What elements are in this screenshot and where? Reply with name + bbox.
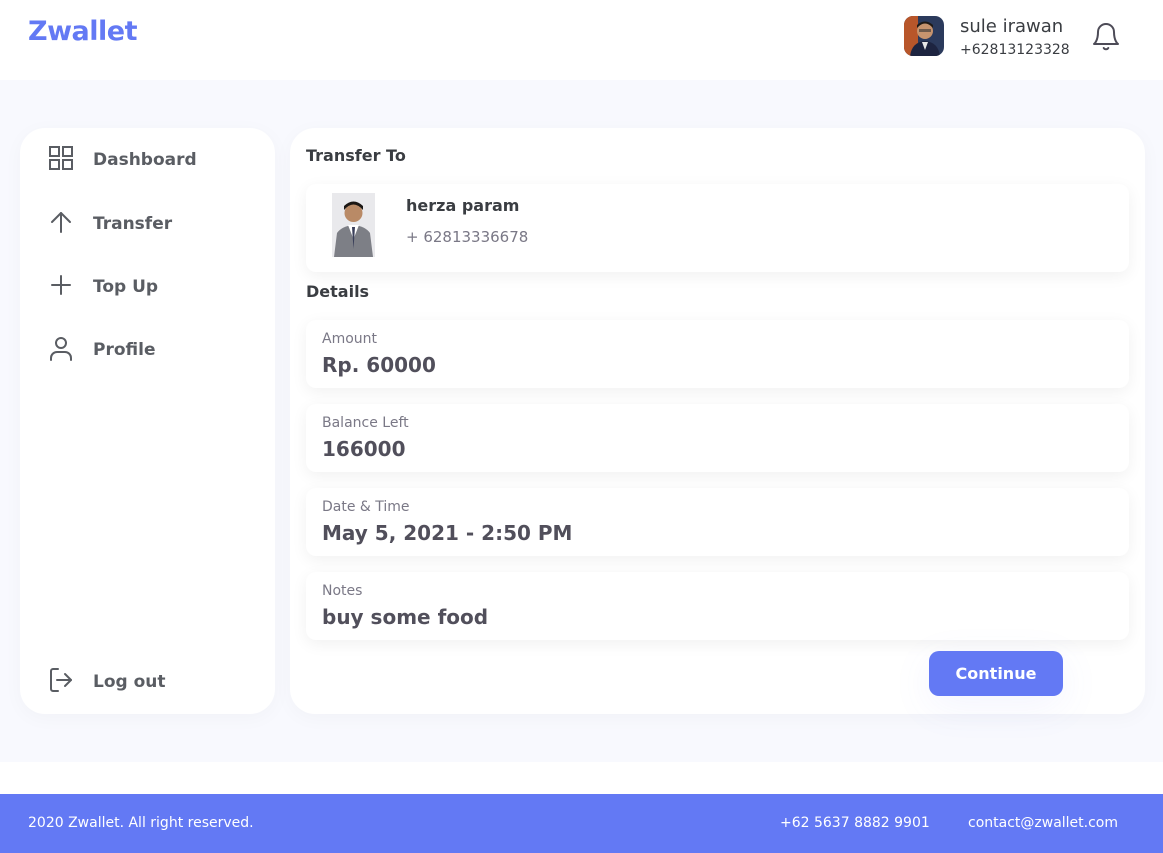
sidebar-item-dashboard[interactable]: Dashboard [48,145,197,175]
recipient-card: herza param + 62813336678 [306,184,1129,272]
user-icon [48,335,74,365]
arrow-up-icon [48,209,74,239]
recipient-avatar [332,193,375,257]
sidebar-item-label: Transfer [93,214,173,234]
bell-icon[interactable] [1090,20,1122,52]
recipient-phone: + 62813336678 [406,228,529,246]
recipient-name: herza param [406,196,520,215]
sidebar-item-top-up[interactable]: Top Up [48,272,158,302]
user-name: sule irawan [960,16,1064,37]
transfer-confirmation-panel: Transfer To herza param + 62813336678 De… [290,128,1145,714]
sidebar-item-label: Top Up [93,277,159,297]
detail-value: May 5, 2021 - 2:50 PM [322,521,573,545]
continue-button[interactable]: Continue [929,651,1063,696]
footer-copyright: 2020 Zwallet. All right reserved. [28,815,254,831]
logout-button[interactable]: Log out [48,667,166,697]
plus-icon [48,272,74,302]
sidebar: Dashboard Transfer Top Up Profile Log ou… [20,128,275,714]
brand-logo[interactable]: Zwallet [28,16,137,47]
detail-value: buy some food [322,605,489,629]
detail-label: Amount [322,331,378,347]
detail-label: Balance Left [322,415,409,431]
logout-label: Log out [93,672,166,692]
transfer-to-title: Transfer To [306,146,406,165]
detail-card-balance-left: Balance Left 166000 [306,404,1129,472]
detail-value: 166000 [322,437,406,461]
detail-card-notes: Notes buy some food [306,572,1129,640]
sidebar-item-label: Profile [93,340,156,360]
detail-card-date-time: Date & Time May 5, 2021 - 2:50 PM [306,488,1129,556]
sidebar-item-label: Dashboard [93,150,197,170]
detail-card-amount: Amount Rp. 60000 [306,320,1129,388]
logout-icon [48,667,74,697]
user-avatar[interactable] [904,16,944,56]
detail-value: Rp. 60000 [322,353,436,377]
footer-phone: +62 5637 8882 9901 [780,815,930,831]
top-header: Zwallet sule irawan +62813123328 [0,0,1163,80]
footer-email[interactable]: contact@zwallet.com [968,815,1118,831]
grid-icon [48,145,74,175]
sidebar-item-profile[interactable]: Profile [48,335,155,365]
user-phone: +62813123328 [960,42,1070,58]
sidebar-item-transfer[interactable]: Transfer [48,209,172,239]
details-title: Details [306,282,370,301]
detail-label: Notes [322,583,363,599]
footer: 2020 Zwallet. All right reserved. +62 56… [0,794,1163,853]
detail-label: Date & Time [322,499,410,515]
